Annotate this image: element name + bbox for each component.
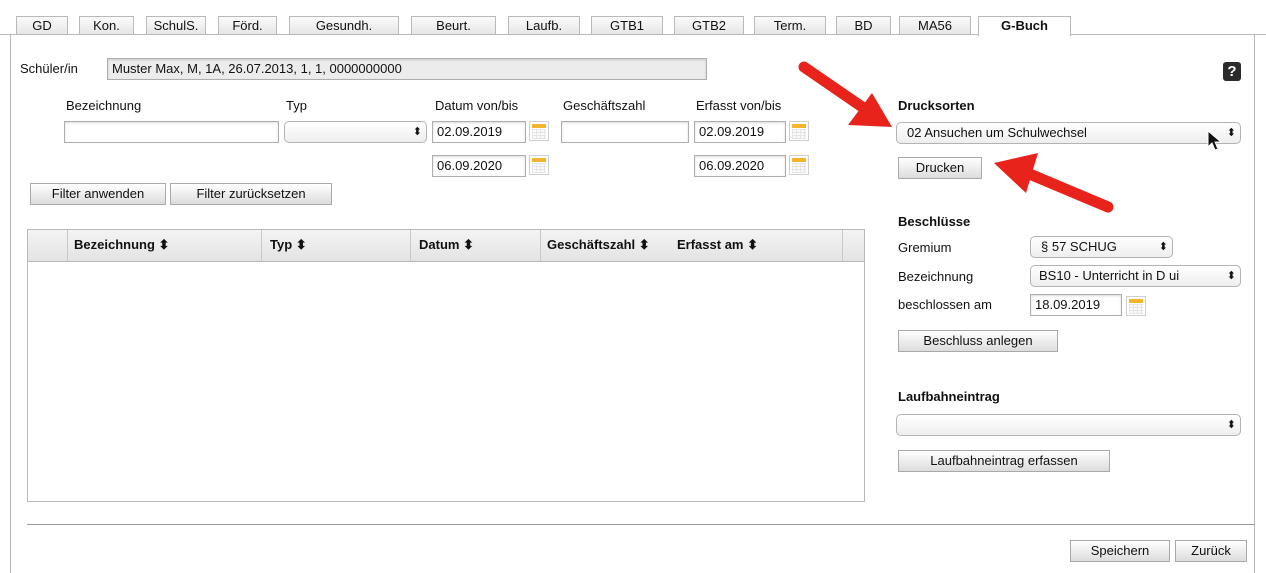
laufbahneintrag-heading: Laufbahneintrag [898, 389, 1000, 404]
drucksorten-select-value: 02 Ansuchen um Schulwechsel [907, 125, 1087, 140]
beschluss-bezeichnung-value: BS10 - Unterricht in D ui [1039, 268, 1180, 283]
tab-ma56[interactable]: MA56 [899, 16, 971, 34]
red-arrow-icon [994, 153, 1114, 213]
tab-schuls[interactable]: SchulS. [146, 16, 206, 34]
tab-bar-border [0, 34, 1266, 35]
filter-reset-button[interactable]: Filter zurücksetzen [170, 183, 332, 205]
select-arrows-icon: ⬍ [1226, 270, 1236, 282]
select-arrows-icon: ⬍ [1226, 127, 1236, 139]
filter-bezeichnung-label: Bezeichnung [66, 98, 142, 113]
laufbahneintrag-select[interactable]: ⬍ [896, 414, 1241, 436]
help-icon[interactable]: ? [1223, 62, 1241, 81]
filter-erfasst-label: Erfasst von/bis [696, 98, 782, 113]
beschluesse-heading: Beschlüsse [898, 214, 971, 229]
calendar-icon[interactable] [529, 155, 549, 175]
filter-bezeichnung-input[interactable] [64, 121, 279, 143]
column-header-erfasst-am[interactable]: Erfasst am ⬍ [677, 237, 758, 253]
calendar-icon[interactable] [1126, 296, 1146, 316]
tab-beurt[interactable]: Beurt. [411, 16, 496, 34]
mouse-pointer-icon [1207, 130, 1223, 151]
beschluss-bezeichnung-label: Bezeichnung [898, 269, 974, 284]
frame-border-right [1254, 35, 1255, 573]
tab-gtb1[interactable]: GTB1 [591, 16, 663, 34]
speichern-button[interactable]: Speichern [1070, 540, 1170, 562]
tab-bd[interactable]: BD [836, 16, 891, 34]
beschlossen-am-label: beschlossen am [898, 297, 992, 312]
beschluss-bezeichnung-select[interactable]: BS10 - Unterricht in D ui ⬍ [1030, 265, 1241, 287]
filter-erfasst-from-input[interactable]: 02.09.2019 [694, 121, 786, 143]
red-arrow-icon [798, 61, 892, 127]
table-body [27, 262, 865, 502]
column-separator [67, 230, 68, 261]
laufbahneintrag-erfassen-button[interactable]: Laufbahneintrag erfassen [898, 450, 1110, 472]
tab-gd[interactable]: GD [16, 16, 68, 34]
zurueck-button[interactable]: Zurück [1175, 540, 1247, 562]
calendar-icon[interactable] [789, 155, 809, 175]
calendar-icon[interactable] [529, 121, 549, 141]
filter-typ-select[interactable]: ⬍ [284, 121, 427, 143]
filter-typ-label: Typ [286, 98, 307, 113]
drucken-button[interactable]: Drucken [898, 157, 982, 179]
drucksorten-select[interactable]: 02 Ansuchen um Schulwechsel ⬍ [896, 122, 1241, 144]
column-header-typ[interactable]: Typ ⬍ [270, 237, 307, 253]
gremium-label: Gremium [898, 240, 952, 255]
footer-divider [27, 524, 1255, 525]
filter-apply-button[interactable]: Filter anwenden [30, 183, 166, 205]
filter-erfasst-to-input[interactable]: 06.09.2020 [694, 155, 786, 177]
select-arrows-icon: ⬍ [412, 126, 422, 138]
column-header-bezeichnung[interactable]: Bezeichnung ⬍ [74, 237, 169, 253]
select-arrows-icon: ⬍ [1158, 241, 1168, 253]
tab-term[interactable]: Term. [754, 16, 826, 34]
select-arrows-icon: ⬍ [1226, 419, 1236, 431]
frame-border-left [10, 35, 11, 573]
tab-bar: GD Kon. SchulS. Förd. Gesundh. Beurt. La… [0, 0, 1266, 36]
filter-geschaeftszahl-label: Geschäftszahl [563, 98, 646, 113]
column-separator [540, 230, 541, 261]
tab-gtb2[interactable]: GTB2 [674, 16, 744, 34]
filter-datum-from-input[interactable]: 02.09.2019 [432, 121, 526, 143]
column-separator [410, 230, 411, 261]
column-header-datum[interactable]: Datum ⬍ [419, 237, 474, 253]
tab-kon[interactable]: Kon. [79, 16, 134, 34]
column-separator [261, 230, 262, 261]
tab-gesundh[interactable]: Gesundh. [289, 16, 399, 34]
gremium-select-value: § 57 SCHUG [1041, 239, 1117, 254]
student-label: Schüler/in [20, 61, 78, 76]
column-separator [842, 230, 843, 261]
student-field: Muster Max, M, 1A, 26.07.2013, 1, 1, 000… [107, 58, 707, 80]
filter-datum-label: Datum von/bis [435, 98, 519, 113]
tab-foerd[interactable]: Förd. [218, 16, 277, 34]
filter-geschaeftszahl-input[interactable] [561, 121, 689, 143]
filter-datum-to-input[interactable]: 06.09.2020 [432, 155, 526, 177]
table-header: Bezeichnung ⬍ Typ ⬍ Datum ⬍ Geschäftszah… [27, 229, 865, 262]
gremium-select[interactable]: § 57 SCHUG ⬍ [1030, 236, 1173, 258]
column-header-geschaeftszahl[interactable]: Geschäftszahl ⬍ [547, 237, 650, 253]
beschlossen-am-input[interactable]: 18.09.2019 [1030, 294, 1122, 316]
beschluss-anlegen-button[interactable]: Beschluss anlegen [898, 330, 1058, 352]
tab-laufb[interactable]: Laufb. [508, 16, 580, 34]
tab-g-buch[interactable]: G-Buch [978, 16, 1071, 36]
